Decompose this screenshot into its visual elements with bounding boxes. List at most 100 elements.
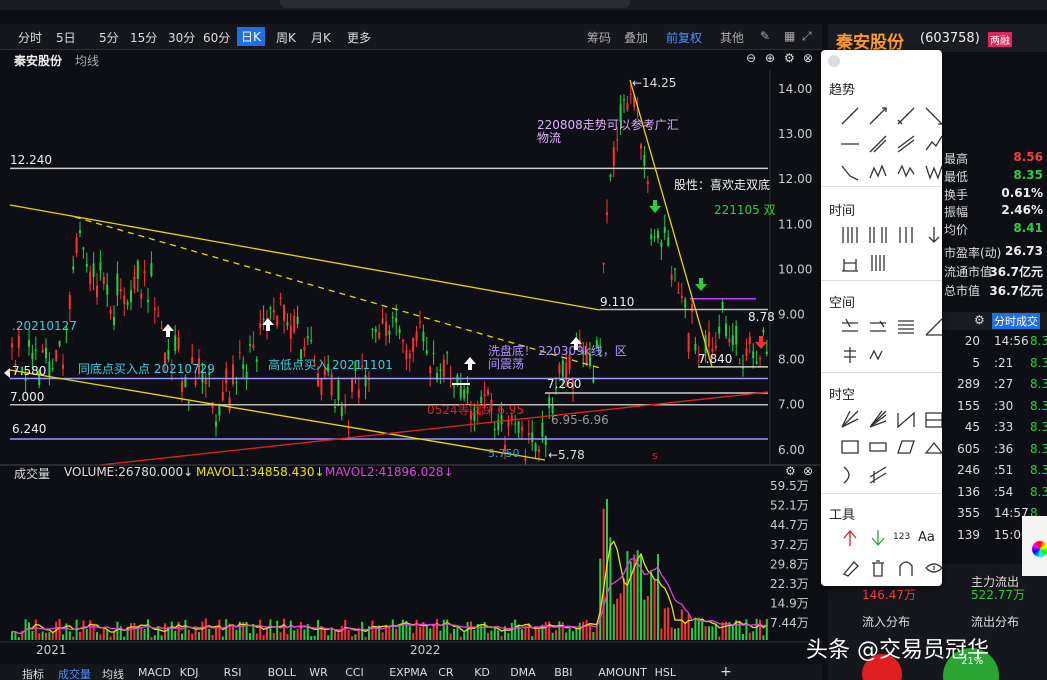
indicator-tab-14[interactable]: AMOUNT [598, 666, 647, 679]
mavol2-value: MAVOL2:41896.028↓ [325, 465, 454, 479]
candle-body [544, 436, 547, 446]
volume-bar [449, 633, 452, 640]
indicator-tab-2[interactable]: 均线 [102, 666, 124, 680]
price-tick-label: 7.00 [778, 398, 805, 412]
volume-bar [459, 636, 462, 640]
period-15min[interactable]: 15分 [130, 29, 157, 46]
indicator-tab-7[interactable]: WR [309, 666, 328, 679]
volume-bar [279, 632, 282, 640]
period-more[interactable]: 更多 [347, 29, 371, 46]
period-week-k[interactable]: 周K [276, 29, 296, 46]
number-tool-icon[interactable]: 123 [893, 532, 910, 542]
volume-bar [38, 633, 41, 640]
volume-bar [517, 624, 520, 640]
indicator-tab-11[interactable]: KD [474, 666, 490, 679]
candle-body [548, 397, 551, 408]
indicator-tab-15[interactable]: HSL [655, 666, 676, 679]
price-tick-label: 9.00 [778, 308, 805, 322]
period-60min[interactable]: 60分 [203, 29, 230, 46]
trade-cell: 355 [957, 506, 980, 520]
tab-trade-detail[interactable]: 分时成交 [992, 313, 1040, 329]
indicator-tab-3[interactable]: MACD [138, 666, 171, 679]
expand-icon[interactable]: ⤢ [802, 29, 812, 44]
stock-code: (603758) [920, 31, 980, 46]
period-month-k[interactable]: 月K [311, 29, 331, 46]
kline-chart[interactable]: 14.00 13.00 12.00 11.00 10.00 9.00 8.00 7.00 6.0… [0, 70, 822, 664]
indicator-tab-13[interactable]: BBI [554, 666, 572, 679]
volume-bar [738, 620, 741, 640]
period-5day[interactable]: 5日 [56, 29, 76, 46]
color-tool[interactable] [1022, 516, 1047, 576]
volume-bar [748, 632, 751, 640]
indicator-tab-9[interactable]: EXPMA [389, 666, 427, 679]
indicator-tab-4[interactable]: KDJ [180, 666, 199, 679]
adjust-button[interactable]: 前复权 [666, 29, 702, 46]
add-tab-icon[interactable]: + [720, 664, 732, 680]
candle-body [640, 144, 642, 149]
close-icon[interactable]: ⊗ [803, 51, 813, 65]
candle-body [357, 389, 360, 398]
pitchfork-icon [869, 466, 887, 484]
settings-icon[interactable]: ⚙ [784, 51, 795, 65]
volume-bar [31, 631, 34, 640]
period-day-k[interactable]: 日K [237, 27, 265, 46]
volume-bar [45, 632, 47, 640]
volume-bar [82, 620, 85, 640]
other-button[interactable]: 其他 [720, 29, 744, 46]
candle-body [218, 405, 221, 416]
candle-body [310, 339, 313, 342]
volume-bar [507, 633, 510, 640]
elliott-icon [897, 164, 915, 178]
candle-body [762, 329, 765, 333]
period-1min[interactable]: 分时 [18, 29, 42, 46]
volume-bar [116, 621, 119, 640]
s-marker: s [652, 449, 658, 462]
candle-body [147, 299, 149, 302]
volume-bar [323, 629, 326, 640]
indicator-tab-6[interactable]: BOLL [268, 666, 296, 679]
period-30min[interactable]: 30分 [168, 29, 195, 46]
candle-body [487, 390, 489, 395]
minimize-icon[interactable]: ⊖ [746, 51, 756, 65]
volume-bar [218, 619, 221, 640]
volume-bar [650, 570, 653, 640]
volume-settings-icon[interactable]: ⚙ [785, 464, 796, 478]
low-label: ←5.78 [548, 448, 585, 462]
period-5min[interactable]: 5分 [99, 29, 119, 46]
volume-bar [745, 619, 748, 640]
volume-bar [191, 633, 194, 640]
candle-body [11, 343, 13, 348]
gann-fan-icon [841, 410, 859, 428]
indicator-tab-10[interactable]: CR [438, 666, 453, 679]
indicator-tab-12[interactable]: DMA [510, 666, 536, 679]
volume-title[interactable]: 成交量 [14, 465, 50, 482]
indicator-tab-1[interactable]: 成交量 [58, 666, 91, 680]
volume-bar [184, 619, 187, 640]
volume-bar [646, 595, 649, 640]
volume-bar [351, 636, 353, 640]
ma-selector[interactable]: 均线 [75, 52, 99, 69]
pen-icon[interactable]: ✎ [760, 29, 770, 43]
zoom-in-icon[interactable]: ⊕ [765, 51, 775, 65]
color-wheel-icon[interactable] [1032, 541, 1047, 557]
text-tool-icon[interactable]: Aa [918, 530, 935, 545]
indicator-tab-5[interactable]: RSI [224, 666, 242, 679]
grid-icon[interactable]: ▦ [784, 29, 795, 43]
inflow-dist-label: 流入分布 [862, 615, 911, 629]
volume-close-icon[interactable]: ⊗ [803, 464, 813, 478]
candle-body [395, 317, 398, 323]
indicator-tab-0[interactable]: 指标 [22, 666, 44, 680]
stat-value: 36.7亿元 [989, 284, 1043, 298]
mavol1-value: MAVOL1:34858.430↓ [196, 465, 325, 479]
volume-bar [381, 632, 384, 640]
candle-body [28, 340, 30, 347]
volume-bar [551, 632, 554, 640]
chip-button[interactable]: 筹码 [587, 29, 611, 46]
candle-body [293, 315, 296, 333]
candle-body [136, 260, 139, 280]
overlay-button[interactable]: 叠加 [624, 29, 648, 46]
trades-settings-icon[interactable]: ⚙ [974, 313, 985, 327]
candle-body [177, 337, 180, 350]
volume-bar [731, 624, 734, 640]
indicator-tab-8[interactable]: CCI [345, 666, 364, 679]
